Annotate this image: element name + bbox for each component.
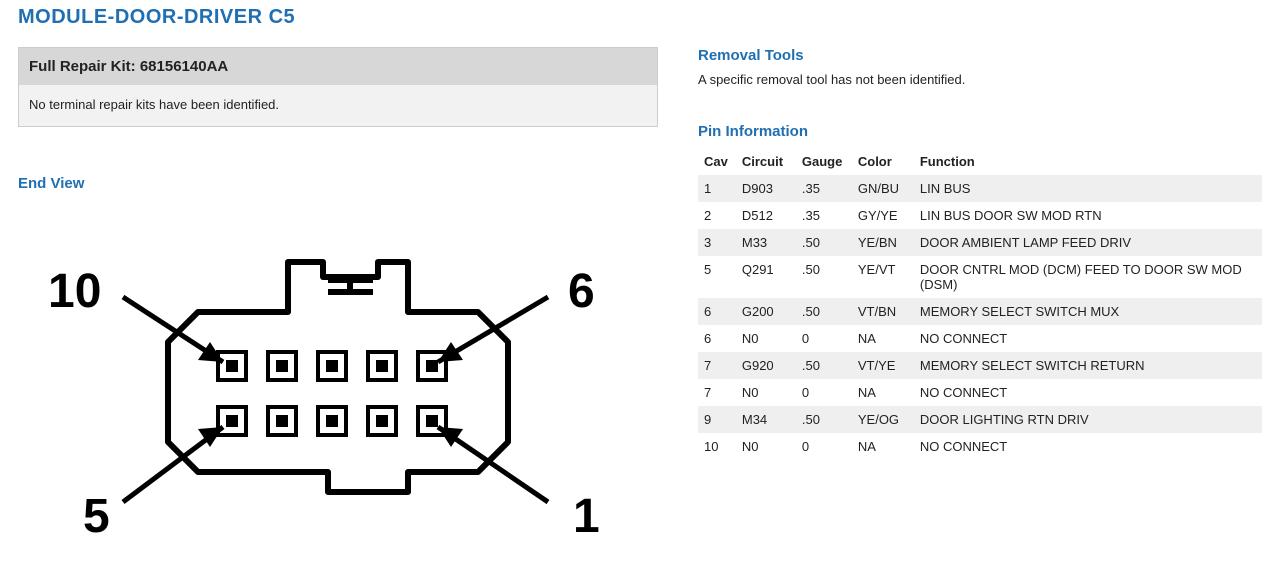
cell-circuit: M34 <box>736 406 796 433</box>
cell-circuit: N0 <box>736 325 796 352</box>
cell-cav: 3 <box>698 229 736 256</box>
col-color: Color <box>852 148 914 175</box>
cell-color: VT/BN <box>852 298 914 325</box>
table-row: 9M34.50YE/OGDOOR LIGHTING RTN DRIV <box>698 406 1262 433</box>
cell-cav: 9 <box>698 406 736 433</box>
cell-function: LIN BUS DOOR SW MOD RTN <box>914 202 1262 229</box>
page-title: MODULE-DOOR-DRIVER C5 <box>18 6 1262 29</box>
cell-circuit: N0 <box>736 379 796 406</box>
cell-function: DOOR CNTRL MOD (DCM) FEED TO DOOR SW MOD… <box>914 256 1262 298</box>
cell-color: YE/VT <box>852 256 914 298</box>
cell-function: NO CONNECT <box>914 379 1262 406</box>
left-column: Full Repair Kit: 68156140AA No terminal … <box>18 47 658 542</box>
connector-diagram: 10 6 5 1 <box>18 202 658 542</box>
cell-gauge: .35 <box>796 175 852 202</box>
cell-cav: 10 <box>698 433 736 460</box>
cell-circuit: N0 <box>736 433 796 460</box>
cell-cav: 6 <box>698 325 736 352</box>
table-row: 1D903.35GN/BULIN BUS <box>698 175 1262 202</box>
content-columns: Full Repair Kit: 68156140AA No terminal … <box>18 47 1262 542</box>
cell-gauge: 0 <box>796 433 852 460</box>
cell-gauge: .35 <box>796 202 852 229</box>
cell-gauge: .50 <box>796 406 852 433</box>
end-view-heading: End View <box>18 175 658 192</box>
table-row: 5Q291.50YE/VTDOOR CNTRL MOD (DCM) FEED T… <box>698 256 1262 298</box>
repair-kit-body: No terminal repair kits have been identi… <box>19 85 657 126</box>
cell-circuit: M33 <box>736 229 796 256</box>
pin-label-10: 10 <box>48 265 101 318</box>
col-cav: Cav <box>698 148 736 175</box>
connector-svg: 10 6 5 1 <box>28 202 648 542</box>
cell-gauge: 0 <box>796 325 852 352</box>
cell-color: GY/YE <box>852 202 914 229</box>
cell-cav: 6 <box>698 298 736 325</box>
pin-table: Cav Circuit Gauge Color Function 1D903.3… <box>698 148 1262 460</box>
table-row: 3M33.50YE/BNDOOR AMBIENT LAMP FEED DRIV <box>698 229 1262 256</box>
cell-color: VT/YE <box>852 352 914 379</box>
repair-kit-number: 68156140AA <box>140 58 228 75</box>
cell-color: NA <box>852 433 914 460</box>
cell-function: DOOR AMBIENT LAMP FEED DRIV <box>914 229 1262 256</box>
cell-color: YE/BN <box>852 229 914 256</box>
table-row: 2D512.35GY/YELIN BUS DOOR SW MOD RTN <box>698 202 1262 229</box>
repair-kit-box: Full Repair Kit: 68156140AA No terminal … <box>18 47 658 127</box>
cell-color: NA <box>852 379 914 406</box>
cell-gauge: .50 <box>796 229 852 256</box>
pin-information-heading: Pin Information <box>698 123 1262 140</box>
right-column: Removal Tools A specific removal tool ha… <box>698 47 1262 460</box>
cell-cav: 5 <box>698 256 736 298</box>
table-row: 6G200.50VT/BNMEMORY SELECT SWITCH MUX <box>698 298 1262 325</box>
cell-cav: 7 <box>698 379 736 406</box>
cell-function: DOOR LIGHTING RTN DRIV <box>914 406 1262 433</box>
cell-color: YE/OG <box>852 406 914 433</box>
col-circuit: Circuit <box>736 148 796 175</box>
cell-function: MEMORY SELECT SWITCH RETURN <box>914 352 1262 379</box>
pin-label-1: 1 <box>573 490 600 542</box>
cell-cav: 1 <box>698 175 736 202</box>
cell-gauge: .50 <box>796 298 852 325</box>
cell-cav: 2 <box>698 202 736 229</box>
cell-function: LIN BUS <box>914 175 1262 202</box>
col-gauge: Gauge <box>796 148 852 175</box>
repair-kit-header: Full Repair Kit: 68156140AA <box>19 48 657 85</box>
cell-function: NO CONNECT <box>914 325 1262 352</box>
cell-circuit: Q291 <box>736 256 796 298</box>
cell-color: NA <box>852 325 914 352</box>
cell-function: NO CONNECT <box>914 433 1262 460</box>
cell-circuit: D512 <box>736 202 796 229</box>
removal-tools-note: A specific removal tool has not been ide… <box>698 72 1262 87</box>
table-row: 6N00NANO CONNECT <box>698 325 1262 352</box>
cell-gauge: 0 <box>796 379 852 406</box>
pin-label-5: 5 <box>83 490 110 542</box>
table-row: 7N00NANO CONNECT <box>698 379 1262 406</box>
pin-table-header-row: Cav Circuit Gauge Color Function <box>698 148 1262 175</box>
cell-function: MEMORY SELECT SWITCH MUX <box>914 298 1262 325</box>
removal-tools-heading: Removal Tools <box>698 47 1262 64</box>
cell-gauge: .50 <box>796 352 852 379</box>
table-row: 7G920.50VT/YEMEMORY SELECT SWITCH RETURN <box>698 352 1262 379</box>
col-function: Function <box>914 148 1262 175</box>
table-row: 10N00NANO CONNECT <box>698 433 1262 460</box>
pin-table-body: 1D903.35GN/BULIN BUS 2D512.35GY/YELIN BU… <box>698 175 1262 460</box>
repair-kit-prefix: Full Repair Kit: <box>29 58 140 75</box>
cell-gauge: .50 <box>796 256 852 298</box>
cell-color: GN/BU <box>852 175 914 202</box>
cell-circuit: G200 <box>736 298 796 325</box>
cell-circuit: G920 <box>736 352 796 379</box>
cell-circuit: D903 <box>736 175 796 202</box>
pin-label-6: 6 <box>568 265 595 318</box>
cell-cav: 7 <box>698 352 736 379</box>
